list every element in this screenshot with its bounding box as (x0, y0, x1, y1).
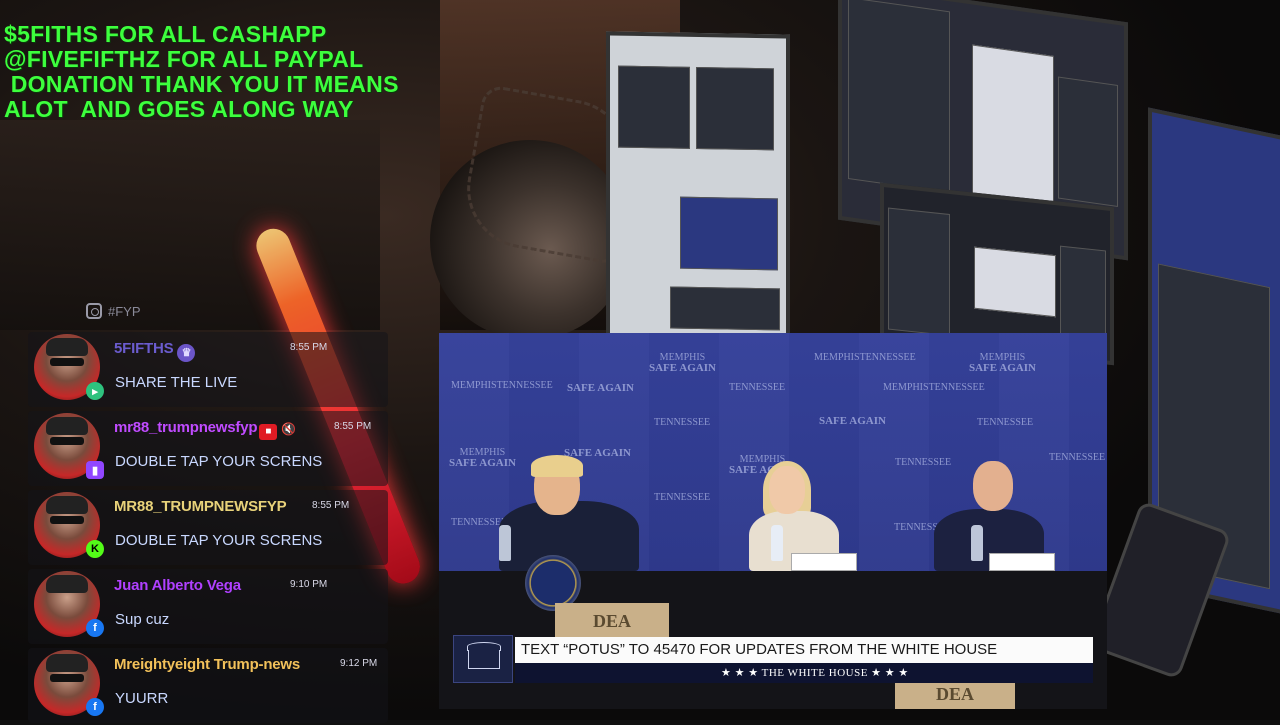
banner-line: @FIVEFIFTHZ FOR ALL PAYPAL (4, 46, 364, 72)
chat-text: DOUBLE TAP YOUR SCRENS (115, 453, 323, 470)
white-house-icon (467, 642, 501, 669)
chat-text: Sup cuz (115, 611, 170, 628)
backdrop-logo: TENNESSEE (895, 457, 952, 468)
chat-message: f Mreightyeight Trump-news 9:12 PM YUURR (28, 646, 388, 725)
monitor-left (606, 31, 790, 343)
chat-time: 8:55 PM (290, 342, 328, 353)
backdrop-logo: MEMPHISTENNESSEE (814, 352, 916, 363)
water-bottle (971, 525, 983, 561)
twitch-icon: ▮ (86, 461, 104, 479)
chat-username: Juan Alberto Vega (114, 577, 241, 594)
chat-username: 5FIFTHS (114, 340, 174, 357)
lower-third-channel: ★ ★ ★ THE WHITE HOUSE ★ ★ ★ (515, 663, 1093, 683)
chat-text: YUURR (115, 690, 169, 707)
backdrop-logo: MEMPHIS SAFE AGAIN (969, 352, 1036, 374)
backdrop-logo: TENNESSEE (1049, 452, 1106, 463)
chat-message: K MR88_TRUMPNEWSFYP 8:55 PM DOUBLE TAP Y… (28, 488, 388, 567)
chat-message: ▸ 5FIFTHS ♛ 8:55 PM SHARE THE LIVE (28, 330, 388, 409)
banner-line: $5FITHS FOR ALL CASHAPP (4, 21, 327, 47)
chat-message: ▮ mr88_trumpnewsfyp ■ 🔇 8:55 PM DOUBLE TAP… (28, 409, 388, 488)
backdrop-logo: SAFE AGAIN (567, 382, 634, 394)
chat-time: 8:55 PM (312, 500, 350, 511)
chat-username: mr88_trumpnewsfyp (114, 419, 258, 436)
backdrop-logo: TENNESSEE (977, 417, 1034, 428)
nameplate (989, 553, 1055, 571)
water-bottle (771, 525, 783, 561)
kick-icon: K (86, 540, 104, 558)
camera-icon: ■ (259, 424, 278, 440)
nameplate (791, 553, 857, 571)
lower-third: TEXT “POTUS” TO 45470 FOR UPDATES FROM T… (453, 635, 1093, 687)
speaker-right-head (973, 461, 1013, 511)
crown-icon: ♛ (177, 344, 196, 362)
backdrop-logo: SAFE AGAIN (819, 415, 886, 427)
chat-time: 9:10 PM (290, 579, 328, 590)
chat-message: f Juan Alberto Vega 9:10 PM Sup cuz (28, 567, 388, 646)
chat-time: 8:55 PM (334, 421, 372, 432)
banner-line: ALOT AND GOES ALONG WAY (4, 96, 354, 122)
donation-banner: $5FITHS FOR ALL CASHAPP @FIVEFIFTHZ FOR … (4, 22, 399, 122)
chat-text: DOUBLE TAP YOUR SCRENS (115, 532, 323, 549)
backdrop-logo: TENNESSEE (654, 417, 711, 428)
backdrop-logo: TENNESSEE (729, 382, 786, 393)
chat-overlay: ▸ 5FIFTHS ♛ 8:55 PM SHARE THE LIVE ▮ mr88… (28, 330, 388, 725)
facebook-icon: f (86, 698, 104, 716)
chat-username: Mreightyeight Trump-news (114, 656, 301, 673)
backdrop-logo: MEMPHISTENNESSEE (451, 380, 553, 391)
backdrop-logo: MEMPHISTENNESSEE (883, 382, 985, 393)
lower-third-headline: TEXT “POTUS” TO 45470 FOR UPDATES FROM T… (515, 637, 1093, 663)
speaker-left-hair (531, 455, 583, 477)
backdrop-logo: MEMPHIS SAFE AGAIN (649, 352, 716, 374)
chat-text: SHARE THE LIVE (115, 374, 238, 391)
backdrop-logo: MEMPHIS SAFE AGAIN (449, 447, 516, 469)
white-house-logo (453, 635, 513, 683)
backdrop-logo: SAFE AGAIN (564, 447, 631, 459)
studio-equipment (0, 120, 380, 330)
kick-icon: ▸ (86, 382, 104, 400)
facebook-icon: f (86, 619, 104, 637)
hashtag-tag: #FYP (86, 303, 141, 319)
hashtag-text: #FYP (108, 303, 141, 319)
mute-icon: 🔇 (281, 422, 297, 436)
speaker-center-head (769, 466, 805, 514)
instagram-icon (86, 303, 102, 319)
chat-time: 9:12 PM (340, 658, 378, 669)
press-conference-video: MEMPHISTENNESSEE SAFE AGAIN MEMPHIS SAFE … (439, 333, 1107, 709)
banner-line: DONATION THANK YOU IT MEANS (4, 71, 399, 97)
water-bottle (499, 525, 511, 561)
chat-username: MR88_TRUMPNEWSFYP (114, 498, 287, 515)
backdrop-logo: TENNESSEE (654, 492, 711, 503)
